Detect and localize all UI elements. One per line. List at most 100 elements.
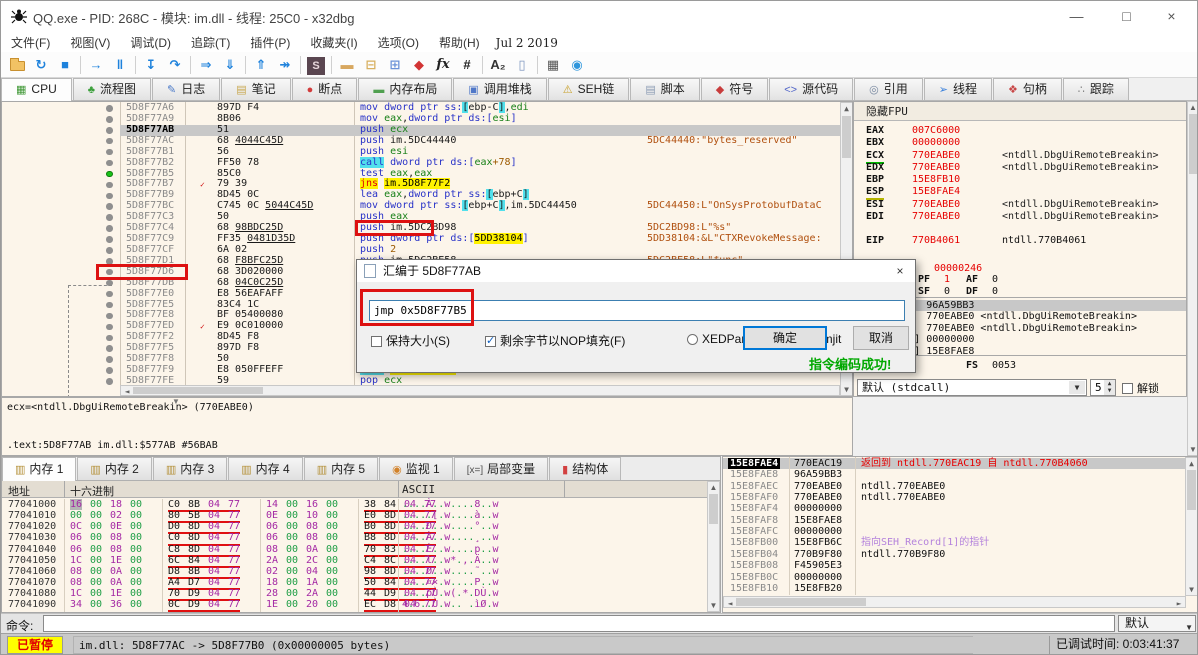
radio-icon[interactable]: [687, 334, 698, 345]
function-icon[interactable]: fx: [431, 54, 455, 76]
dump-row[interactable]: 77041070 08 00 0A 00 A4 D7 04 77 18 00 1A 00 50 84 04 77…: [2, 577, 708, 591]
ok-button[interactable]: 确定: [743, 326, 827, 350]
tab-句柄[interactable]: ❖ 句柄: [992, 78, 1062, 100]
stack-row[interactable]: 15E8FAFC 00000000: [723, 526, 1186, 537]
row-dot-icon[interactable]: [106, 116, 113, 123]
stack-row[interactable]: 15E8FAF4 00000000: [723, 503, 1186, 514]
menu-item-3[interactable]: 追踪(T): [181, 31, 240, 54]
assemble-instruction-input[interactable]: jmp 0x5D8F77B5: [369, 300, 905, 321]
pause-icon[interactable]: ‖: [108, 54, 132, 76]
row-dot-icon[interactable]: [106, 290, 113, 298]
row-dot-icon[interactable]: [106, 192, 113, 200]
calculator-icon[interactable]: ▦: [541, 54, 565, 76]
calling-convention-dropdown[interactable]: 默认 (stdcall) ▼: [857, 379, 1087, 396]
dump-row[interactable]: 77041060 08 00 0A 00 D8 8B 04 77 02 00 04 00 98 8D 04 77…: [2, 566, 708, 579]
breakpoint-dot-icon[interactable]: [106, 170, 113, 178]
row-dot-icon[interactable]: [106, 159, 113, 167]
dump-vscrollbar[interactable]: ▲ ▼: [707, 481, 720, 612]
row-dot-icon[interactable]: [106, 203, 113, 210]
title-bar[interactable]: QQ.exe - PID: 268C - 模块: im.dll - 线程: 25…: [1, 1, 1197, 31]
registers-vscrollbar[interactable]: ▲ ▼: [1187, 101, 1197, 456]
cancel-button[interactable]: 取消: [853, 326, 909, 350]
maximize-button[interactable]: □: [1104, 1, 1149, 31]
menu-item-4[interactable]: 插件(P): [240, 31, 300, 54]
dialog-title-bar[interactable]: 汇编于 5D8F77AB ×: [357, 260, 915, 282]
menu-item-2[interactable]: 调试(D): [120, 31, 181, 54]
command-profile-dropdown[interactable]: 默认 ▼: [1118, 615, 1196, 632]
dump-row[interactable]: 77041040 06 00 08 00 C8 8D 04 77 08 00 0A 00 70 83 04 77…: [2, 544, 708, 557]
row-dot-icon[interactable]: [106, 105, 113, 112]
tab-内存 4[interactable]: ▥ 内存 4: [228, 457, 303, 480]
stack-row[interactable]: 15E8FB08 F45905E3: [723, 560, 1186, 571]
row-dot-icon[interactable]: [106, 312, 113, 320]
comment-icon[interactable]: ⊟: [359, 54, 383, 76]
stack-row[interactable]: 15E8FAE4 770EAC19 返回到 ntdll.770EAC19 自 ntd…: [723, 458, 1186, 470]
checkbox-icon[interactable]: [1122, 383, 1133, 394]
tab-线程[interactable]: ➢ 线程: [923, 78, 992, 100]
keep-size-checkbox[interactable]: 保持大小(S): [371, 332, 450, 349]
step-down-icon[interactable]: ⇓: [218, 54, 242, 76]
tab-局部变量[interactable]: [x=] 局部变量: [453, 457, 549, 480]
minimize-button[interactable]: —: [1054, 1, 1099, 31]
dialog-close-icon[interactable]: ×: [885, 260, 915, 282]
label-icon[interactable]: ⊞: [383, 54, 407, 76]
row-dot-icon[interactable]: [106, 334, 113, 341]
command-input[interactable]: [43, 615, 1115, 632]
bookmark-icon[interactable]: ◆: [407, 54, 431, 76]
stack-row[interactable]: 15E8FB00 15E8FB6C 指向SEH_Record[1]的指针: [723, 537, 1186, 548]
stack-row[interactable]: 15E8FAE8 96A59BB3: [723, 469, 1186, 480]
row-dot-icon[interactable]: [106, 323, 113, 331]
tab-CPU[interactable]: ▦ CPU: [1, 78, 72, 101]
stack-hscrollbar[interactable]: ◄ ►: [723, 596, 1186, 608]
tab-流程图[interactable]: ♣ 流程图: [72, 78, 151, 100]
tab-引用[interactable]: ◎ 引用: [854, 78, 923, 100]
row-dot-icon[interactable]: [106, 258, 113, 265]
tab-调用堆栈[interactable]: ▣ 调用堆栈: [453, 78, 547, 100]
tab-断点[interactable]: ● 断点: [291, 78, 358, 100]
tab-监视 1[interactable]: ◉ 监视 1: [379, 457, 453, 480]
open-folder-icon[interactable]: [5, 54, 29, 76]
disasm-hscrollbar[interactable]: ◄: [120, 385, 840, 396]
step-into-icon[interactable]: ↧: [139, 54, 163, 76]
row-dot-icon[interactable]: [106, 268, 113, 276]
row-dot-icon[interactable]: [106, 225, 113, 232]
close-button[interactable]: ×: [1149, 1, 1194, 31]
dump-row[interactable]: 77041080 1C 00 1E 00 70 D9 04 77 28 00 2A 00 44 D9 04 77…: [2, 588, 708, 602]
script-s-icon[interactable]: S: [304, 54, 328, 76]
tab-脚本[interactable]: ▤ 脚本: [630, 78, 700, 100]
menu-item-6[interactable]: 选项(O): [368, 31, 429, 54]
stack-row[interactable]: 15E8FAF8 15E8FAE8: [723, 515, 1186, 526]
tab-内存 1[interactable]: ▥ 内存 1: [2, 457, 77, 481]
row-dot-icon[interactable]: [106, 378, 113, 385]
row-dot-icon[interactable]: [106, 127, 113, 134]
checkbox-icon[interactable]: [371, 336, 382, 347]
checkbox-checked-icon[interactable]: [485, 334, 496, 347]
stack-vscrollbar[interactable]: ▲ ▼: [1185, 457, 1197, 596]
stop-icon[interactable]: ■: [53, 54, 77, 76]
hash-icon[interactable]: #: [455, 54, 479, 76]
row-dot-icon[interactable]: [106, 345, 113, 352]
tab-内存布局[interactable]: ▬ 内存布局: [358, 78, 453, 100]
row-dot-icon[interactable]: [106, 236, 113, 243]
tab-符号[interactable]: ◆ 符号: [700, 78, 769, 100]
nop-fill-checkbox[interactable]: 剩余字节以NOP填充(F): [485, 332, 625, 349]
unlock-checkbox[interactable]: 解锁: [1122, 380, 1159, 396]
row-dot-icon[interactable]: [106, 137, 113, 145]
menu-item-0[interactable]: 文件(F): [1, 31, 60, 54]
tab-笔记[interactable]: ▤ 笔记: [221, 78, 291, 100]
stack-row[interactable]: 15E8FB10 15E8FB20: [723, 583, 1186, 594]
tab-SEH链[interactable]: ⚠ SEH链: [547, 78, 630, 100]
step-out-icon[interactable]: ⇑: [249, 54, 273, 76]
row-dot-icon[interactable]: [106, 214, 113, 221]
dump-row[interactable]: 77041050 1C 00 1E 00 6C 84 04 77 2A 00 2C 00 C4 8C 04 77…: [2, 555, 708, 568]
row-dot-icon[interactable]: [106, 148, 113, 156]
tab-结构体[interactable]: ▮ 结构体: [549, 457, 622, 480]
memory-dump-pane[interactable]: ▥ 内存 1 ▥ 内存 2 ▥ 内存 3 ▥ 内存 4 ▥ 内存 5 ◉ 监视 1 [x=] 局部变量 ▮ 结…: [1, 456, 721, 613]
dump-row[interactable]: 77041090 34 00 36 00 0C D9 04 77 1E 00 20 00 EC D8 04 77…: [2, 599, 708, 612]
spinner-arrows-icon[interactable]: ▲ ▼: [1104, 380, 1115, 395]
step-over-icon[interactable]: ↷: [163, 54, 187, 76]
hide-fpu-toggle[interactable]: 隐藏FPU: [854, 102, 1186, 121]
update-globe-icon[interactable]: ◉: [565, 54, 589, 76]
tab-跟踪[interactable]: ∴ 跟踪: [1062, 78, 1129, 100]
menu-item-5[interactable]: 收藏夹(I): [300, 31, 367, 54]
